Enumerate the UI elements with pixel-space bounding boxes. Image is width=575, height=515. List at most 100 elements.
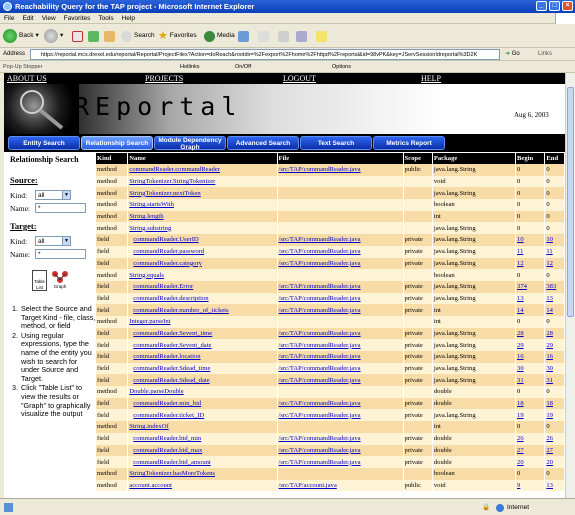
options-button[interactable]: Options bbox=[332, 61, 351, 73]
entity-link[interactable]: String.equals bbox=[129, 272, 164, 279]
line-link[interactable]: 28 bbox=[546, 330, 553, 337]
line-link[interactable]: 29 bbox=[546, 342, 553, 349]
menu-tools[interactable]: Tools bbox=[94, 13, 117, 24]
file-link[interactable]: /src/TAP/commandReader.java bbox=[279, 330, 361, 337]
line-link[interactable]: 10 bbox=[546, 236, 553, 243]
target-kind-select[interactable]: all ▼ bbox=[35, 236, 71, 246]
file-link[interactable]: /src/TAP/commandReader.java bbox=[279, 400, 361, 407]
entity-link[interactable]: commandReader.Sdead_time bbox=[129, 365, 210, 372]
nav-logout[interactable]: LOGOUT bbox=[283, 73, 316, 84]
menu-edit[interactable]: Edit bbox=[18, 13, 37, 24]
file-link[interactable]: /src/TAP/commandReader.java bbox=[279, 236, 361, 243]
entity-link[interactable]: String.startsWith bbox=[129, 201, 174, 208]
line-link[interactable]: 12 bbox=[546, 260, 553, 267]
tab-entity-search[interactable]: Entity Search bbox=[8, 136, 80, 150]
entity-link[interactable]: commandReader.bid_max bbox=[129, 447, 202, 454]
minimize-button[interactable]: _ bbox=[536, 1, 547, 11]
entity-link[interactable]: StringTokenizer.hasMoreTokens bbox=[129, 470, 215, 477]
tab-advanced-search[interactable]: Advanced Search bbox=[227, 136, 299, 150]
entity-link[interactable]: commandReader.Sevent_time bbox=[129, 330, 212, 337]
mail-icon[interactable] bbox=[258, 31, 269, 42]
messenger-icon[interactable] bbox=[316, 31, 327, 42]
entity-link[interactable]: String.length bbox=[129, 213, 163, 220]
menu-help[interactable]: Help bbox=[118, 13, 139, 24]
entity-link[interactable]: commandReader.Sdead_date bbox=[129, 377, 209, 384]
line-link[interactable]: 14 bbox=[517, 307, 524, 314]
entity-link[interactable]: commandReader.category bbox=[129, 260, 202, 267]
file-link[interactable]: /src/TAP/commandReader.java bbox=[279, 447, 361, 454]
entity-link[interactable]: commandReader.bid_amount bbox=[129, 459, 210, 466]
file-link[interactable]: /src/TAP/commandReader.java bbox=[279, 459, 361, 466]
nav-projects[interactable]: PROJECTS bbox=[145, 73, 183, 84]
line-link[interactable]: 29 bbox=[517, 342, 524, 349]
line-link[interactable]: 13 bbox=[546, 482, 553, 489]
file-link[interactable]: /src/TAP/commandReader.java bbox=[279, 307, 361, 314]
tab-metrics-report[interactable]: Metrics Report bbox=[373, 136, 445, 150]
entity-link[interactable]: commandReader.description bbox=[129, 295, 208, 302]
entity-link[interactable]: commandReader.Error bbox=[129, 283, 193, 290]
line-link[interactable]: 26 bbox=[546, 435, 553, 442]
entity-link[interactable]: Double.parseDouble bbox=[129, 388, 183, 395]
forward-button[interactable]: ▾ bbox=[44, 27, 63, 45]
scrollbar-thumb[interactable] bbox=[567, 87, 574, 317]
line-link[interactable]: 31 bbox=[517, 377, 524, 384]
line-link[interactable]: 13 bbox=[546, 295, 553, 302]
history-icon[interactable] bbox=[238, 31, 249, 42]
home-icon[interactable] bbox=[104, 31, 115, 42]
source-kind-select[interactable]: all ▼ bbox=[35, 190, 71, 200]
line-link[interactable]: 9 bbox=[517, 482, 520, 489]
go-button[interactable]: ➜ Go bbox=[505, 48, 520, 61]
close-button[interactable]: × bbox=[562, 1, 573, 11]
entity-link[interactable]: String.substring bbox=[129, 225, 171, 232]
line-link[interactable]: 27 bbox=[546, 447, 553, 454]
line-link[interactable]: 26 bbox=[517, 435, 524, 442]
entity-link[interactable]: StringTokenizer.nextToken bbox=[129, 190, 200, 197]
line-link[interactable]: 18 bbox=[546, 400, 553, 407]
stop-icon[interactable] bbox=[72, 31, 83, 42]
line-link[interactable]: 374 bbox=[517, 283, 527, 290]
line-link[interactable]: 383 bbox=[546, 283, 556, 290]
line-link[interactable]: 19 bbox=[546, 412, 553, 419]
line-link[interactable]: 16 bbox=[546, 353, 553, 360]
favorites-button[interactable]: ★ Favorites bbox=[158, 27, 197, 45]
file-link[interactable]: /src/TAP/commandReader.java bbox=[279, 260, 361, 267]
graph-button[interactable]: Graph bbox=[50, 270, 70, 291]
entity-link[interactable]: StringTokenizer.StringTokenizer bbox=[129, 178, 215, 185]
entity-link[interactable]: commandReader.bid_min bbox=[129, 435, 201, 442]
menu-file[interactable]: File bbox=[0, 13, 18, 24]
refresh-icon[interactable] bbox=[88, 31, 99, 42]
tab-module-dependency-graph[interactable]: Module Dependency Graph bbox=[154, 136, 226, 151]
file-link[interactable]: /src/TAP/commandReader.java bbox=[279, 295, 361, 302]
entity-link[interactable]: commandReader.location bbox=[129, 353, 200, 360]
entity-link[interactable]: account.account bbox=[129, 482, 172, 489]
table-list-button[interactable]: Table List bbox=[32, 270, 47, 291]
line-link[interactable]: 11 bbox=[546, 248, 552, 255]
hotlinks-button[interactable]: Hotlinks bbox=[180, 61, 200, 73]
entity-link[interactable]: commandReader.min_bid bbox=[129, 400, 201, 407]
target-name-input[interactable]: * bbox=[35, 249, 86, 259]
print-icon[interactable] bbox=[278, 31, 289, 42]
edit-icon[interactable] bbox=[296, 31, 307, 42]
line-link[interactable]: 14 bbox=[546, 307, 553, 314]
line-link[interactable]: 28 bbox=[517, 330, 524, 337]
file-link[interactable]: /src/TAP/commandReader.java bbox=[279, 283, 361, 290]
line-link[interactable]: 16 bbox=[517, 353, 524, 360]
nav-about-us[interactable]: ABOUT US bbox=[7, 73, 47, 84]
line-link[interactable]: 18 bbox=[517, 400, 524, 407]
maximize-button[interactable]: □ bbox=[549, 1, 560, 11]
line-link[interactable]: 20 bbox=[517, 459, 524, 466]
tab-relationship-search[interactable]: Relationship Search bbox=[81, 136, 153, 150]
onoff-button[interactable]: On/Off bbox=[235, 61, 251, 73]
line-link[interactable]: 30 bbox=[546, 365, 553, 372]
file-link[interactable]: /src/TAP/commandReader.java bbox=[279, 377, 361, 384]
search-button[interactable]: Search bbox=[121, 27, 155, 45]
entity-link[interactable]: commandReader.UserID bbox=[129, 236, 198, 243]
entity-link[interactable]: commandReader.Sevent_date bbox=[129, 342, 211, 349]
back-button[interactable]: Back ▾ bbox=[3, 27, 39, 45]
line-link[interactable]: 12 bbox=[517, 260, 524, 267]
line-link[interactable]: 30 bbox=[517, 365, 524, 372]
source-name-input[interactable]: * bbox=[35, 203, 86, 213]
line-link[interactable]: 20 bbox=[546, 459, 553, 466]
file-link[interactable]: /src/TAP/commandReader.java bbox=[279, 166, 361, 173]
tab-text-search[interactable]: Text Search bbox=[300, 136, 372, 150]
